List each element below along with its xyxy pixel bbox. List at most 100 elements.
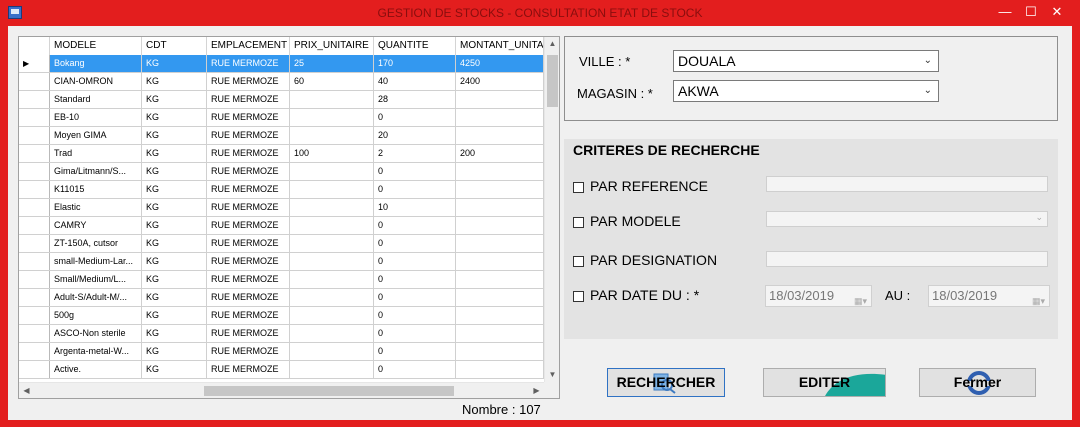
- table-row[interactable]: Argenta-metal-W... KG RUE MERMOZE 0: [19, 343, 544, 361]
- table-cell[interactable]: KG: [142, 307, 207, 324]
- table-cell[interactable]: ZT-150A, cutsor: [50, 235, 142, 252]
- table-cell[interactable]: 25: [290, 55, 374, 72]
- table-row[interactable]: ▶ Bokang KG RUE MERMOZE 25 170 4250: [19, 55, 544, 73]
- table-cell[interactable]: KG: [142, 217, 207, 234]
- table-cell[interactable]: RUE MERMOZE: [207, 145, 290, 162]
- table-cell[interactable]: [456, 163, 544, 180]
- table-row[interactable]: Small/Medium/L... KG RUE MERMOZE 0: [19, 271, 544, 289]
- table-cell[interactable]: [290, 163, 374, 180]
- row-header[interactable]: [19, 73, 50, 90]
- table-cell[interactable]: CIAN-OMRON: [50, 73, 142, 90]
- table-cell[interactable]: [456, 253, 544, 270]
- table-cell[interactable]: 0: [374, 163, 456, 180]
- table-cell[interactable]: RUE MERMOZE: [207, 217, 290, 234]
- table-cell[interactable]: 0: [374, 235, 456, 252]
- row-header[interactable]: [19, 181, 50, 198]
- table-cell[interactable]: [456, 217, 544, 234]
- table-cell[interactable]: 60: [290, 73, 374, 90]
- calendar-icon[interactable]: ▦▾: [1032, 291, 1045, 311]
- table-cell[interactable]: K11015: [50, 181, 142, 198]
- table-cell[interactable]: 500g: [50, 307, 142, 324]
- table-cell[interactable]: RUE MERMOZE: [207, 55, 290, 72]
- table-cell[interactable]: KG: [142, 163, 207, 180]
- table-cell[interactable]: KG: [142, 325, 207, 342]
- table-cell[interactable]: 0: [374, 271, 456, 288]
- table-cell[interactable]: [456, 325, 544, 342]
- table-cell[interactable]: [290, 325, 374, 342]
- table-cell[interactable]: RUE MERMOZE: [207, 361, 290, 378]
- table-cell[interactable]: [290, 109, 374, 126]
- column-header[interactable]: PRIX_UNITAIRE: [290, 37, 374, 55]
- row-header[interactable]: [19, 235, 50, 252]
- table-cell[interactable]: Moyen GIMA: [50, 127, 142, 144]
- table-cell[interactable]: RUE MERMOZE: [207, 325, 290, 342]
- table-row[interactable]: CAMRY KG RUE MERMOZE 0: [19, 217, 544, 235]
- par-designation-checkbox[interactable]: [573, 256, 584, 267]
- vertical-scroll-thumb[interactable]: [547, 55, 558, 107]
- table-cell[interactable]: 0: [374, 181, 456, 198]
- table-cell[interactable]: 0: [374, 343, 456, 360]
- table-row[interactable]: EB-10 KG RUE MERMOZE 0: [19, 109, 544, 127]
- table-cell[interactable]: 0: [374, 109, 456, 126]
- table-cell[interactable]: [290, 127, 374, 144]
- table-cell[interactable]: KG: [142, 181, 207, 198]
- table-cell[interactable]: RUE MERMOZE: [207, 271, 290, 288]
- table-cell[interactable]: RUE MERMOZE: [207, 163, 290, 180]
- table-cell[interactable]: KG: [142, 55, 207, 72]
- calendar-icon[interactable]: ▦▾: [854, 291, 867, 311]
- column-header[interactable]: MODELE: [50, 37, 142, 55]
- table-row[interactable]: CIAN-OMRON KG RUE MERMOZE 60 40 2400: [19, 73, 544, 91]
- table-cell[interactable]: RUE MERMOZE: [207, 307, 290, 324]
- table-cell[interactable]: [290, 271, 374, 288]
- table-cell[interactable]: 28: [374, 91, 456, 108]
- par-reference-checkbox[interactable]: [573, 182, 584, 193]
- table-cell[interactable]: Active.: [50, 361, 142, 378]
- vertical-scrollbar[interactable]: ▲ ▼: [544, 37, 559, 382]
- table-cell[interactable]: RUE MERMOZE: [207, 253, 290, 270]
- column-header[interactable]: CDT: [142, 37, 207, 55]
- table-cell[interactable]: KG: [142, 361, 207, 378]
- table-cell[interactable]: RUE MERMOZE: [207, 343, 290, 360]
- table-cell[interactable]: [290, 361, 374, 378]
- designation-input[interactable]: [766, 251, 1048, 267]
- stock-grid[interactable]: MODELE CDT EMPLACEMENT PRIX_UNITAIRE QUANTIT…: [18, 36, 560, 399]
- table-cell[interactable]: 40: [374, 73, 456, 90]
- row-header[interactable]: [19, 145, 50, 162]
- horizontal-scroll-thumb[interactable]: [204, 386, 454, 396]
- table-cell[interactable]: 0: [374, 361, 456, 378]
- table-cell[interactable]: [290, 343, 374, 360]
- table-row[interactable]: small-Medium-Lar... KG RUE MERMOZE 0: [19, 253, 544, 271]
- table-cell[interactable]: Trad: [50, 145, 142, 162]
- table-cell[interactable]: [456, 235, 544, 252]
- table-row[interactable]: Moyen GIMA KG RUE MERMOZE 20: [19, 127, 544, 145]
- table-cell[interactable]: Adult-S/Adult-M/...: [50, 289, 142, 306]
- row-header[interactable]: [19, 127, 50, 144]
- table-cell[interactable]: RUE MERMOZE: [207, 181, 290, 198]
- table-row[interactable]: ZT-150A, cutsor KG RUE MERMOZE 0: [19, 235, 544, 253]
- table-cell[interactable]: KG: [142, 235, 207, 252]
- table-row[interactable]: K11015 KG RUE MERMOZE 0: [19, 181, 544, 199]
- table-cell[interactable]: KG: [142, 73, 207, 90]
- modele-select[interactable]: ⌄: [766, 211, 1048, 227]
- table-cell[interactable]: Gima/Litmann/S...: [50, 163, 142, 180]
- table-cell[interactable]: [456, 289, 544, 306]
- table-row[interactable]: Active. KG RUE MERMOZE 0: [19, 361, 544, 379]
- date-from-picker[interactable]: 18/03/2019 ▦▾: [765, 285, 872, 307]
- column-header[interactable]: MONTANT_UNITA: [456, 37, 544, 55]
- table-cell[interactable]: RUE MERMOZE: [207, 109, 290, 126]
- row-header[interactable]: [19, 91, 50, 108]
- table-cell[interactable]: [290, 217, 374, 234]
- table-cell[interactable]: RUE MERMOZE: [207, 73, 290, 90]
- row-header[interactable]: [19, 199, 50, 216]
- scroll-left-arrow-icon[interactable]: ◀: [19, 386, 34, 395]
- table-cell[interactable]: Argenta-metal-W...: [50, 343, 142, 360]
- table-row[interactable]: Elastic KG RUE MERMOZE 10: [19, 199, 544, 217]
- table-cell[interactable]: [456, 271, 544, 288]
- table-cell[interactable]: [456, 199, 544, 216]
- table-cell[interactable]: 0: [374, 289, 456, 306]
- scroll-right-arrow-icon[interactable]: ▶: [529, 386, 544, 395]
- table-cell[interactable]: [290, 253, 374, 270]
- table-cell[interactable]: [456, 343, 544, 360]
- table-cell[interactable]: [456, 127, 544, 144]
- table-cell[interactable]: [290, 91, 374, 108]
